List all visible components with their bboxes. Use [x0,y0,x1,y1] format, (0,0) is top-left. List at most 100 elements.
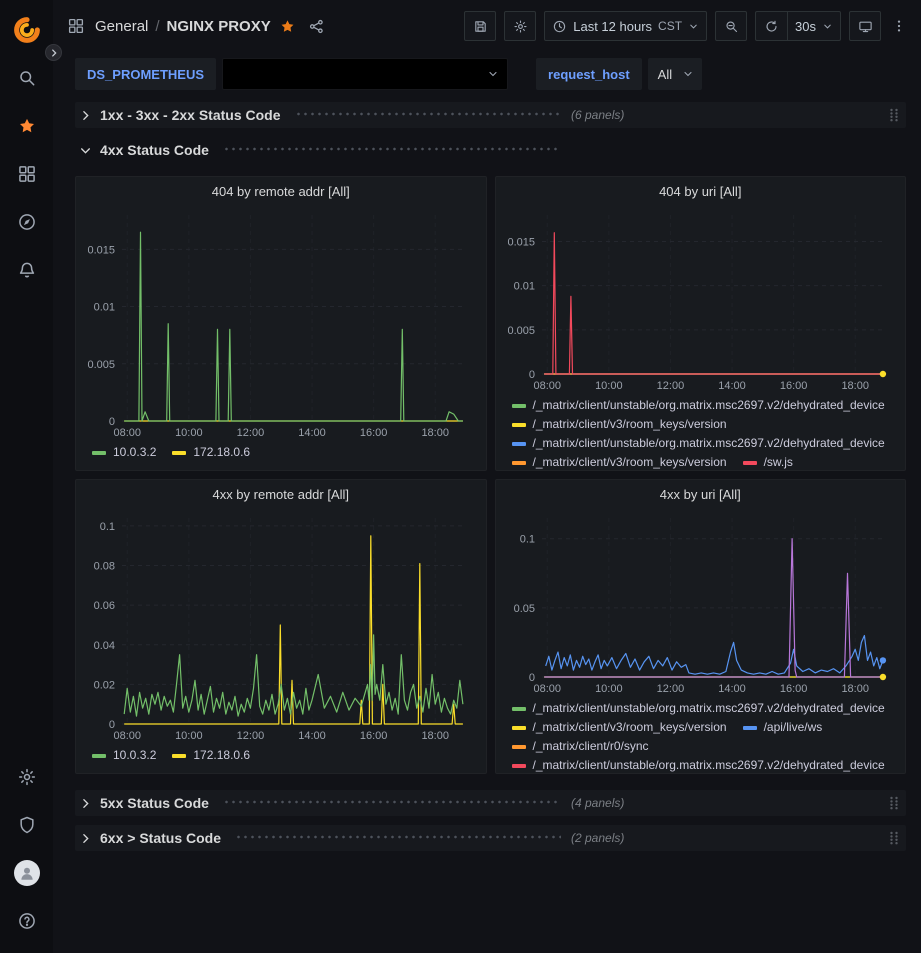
legend-item[interactable]: /_matrix/client/unstable/org.matrix.msc2… [512,756,885,773]
panel-4xx-by-remote-addr: 4xx by remote addr [All] 08:0010:0012:00… [75,479,487,774]
row-drag-handle[interactable] [888,796,900,810]
svg-text:0: 0 [528,369,534,381]
svg-text:10:00: 10:00 [175,427,203,439]
legend-item[interactable]: 172.18.0.6 [172,443,250,462]
profile-avatar[interactable] [7,853,47,893]
legend-label: 172.18.0.6 [193,443,250,462]
legend-color-swatch [172,451,186,455]
legend-color-swatch [512,726,526,730]
share-icon[interactable] [308,18,325,35]
datasource-value-select[interactable] [222,58,508,90]
tv-mode-button[interactable] [849,11,881,41]
svg-text:0.04: 0.04 [94,640,115,652]
refresh-button[interactable] [755,11,787,41]
explore-compass-icon[interactable] [7,202,47,242]
svg-text:14:00: 14:00 [718,683,746,695]
row-drag-handle[interactable] [888,108,900,122]
svg-text:12:00: 12:00 [237,730,265,742]
sidebar-expand-button[interactable] [45,44,62,61]
timeseries-chart[interactable]: 08:0010:0012:0014:0016:0018:0000.050.1 [498,510,900,697]
panel-header[interactable]: 404 by remote addr [All] [76,177,486,205]
legend-label: 10.0.3.2 [113,746,156,765]
starred-dashboards-icon[interactable] [7,106,47,146]
panel-4xx-by-uri: 4xx by uri [All] 08:0010:0012:0014:0016:… [495,479,907,774]
dashboards-icon[interactable] [7,154,47,194]
request-host-label[interactable]: request_host [536,58,642,90]
apps-grid-icon [67,17,85,35]
timeseries-chart[interactable]: 08:0010:0012:0014:0016:0018:0000.020.040… [78,510,480,744]
configuration-gear-icon[interactable] [7,757,47,797]
legend-color-swatch [512,404,526,408]
legend-color-swatch [512,745,526,749]
chevron-right-icon [79,109,92,122]
grafana-logo-icon[interactable] [7,10,47,50]
timezone-label: CST [658,19,682,33]
legend-item[interactable]: /_matrix/client/unstable/org.matrix.msc2… [512,699,885,718]
panel-title: 4xx by uri [All] [660,487,741,502]
legend-item[interactable]: /_matrix/client/unstable/org.matrix.msc2… [512,396,885,415]
dashboard-settings-button[interactable] [504,11,536,41]
kebab-menu-icon[interactable] [889,16,909,36]
panel-header[interactable]: 4xx by remote addr [All] [76,480,486,508]
legend-item[interactable]: /_matrix/client/unstable/org.matrix.msc2… [512,434,885,453]
panel-404-by-remote-addr: 404 by remote addr [All] 08:0010:0012:00… [75,176,487,471]
legend-color-swatch [743,461,757,465]
time-range-picker[interactable]: Last 12 hours CST [544,11,707,41]
row-title: 4xx Status Code [100,142,209,158]
breadcrumb: General / NGINX PROXY [95,18,271,35]
svg-text:0.06: 0.06 [94,600,115,612]
server-admin-shield-icon[interactable] [7,805,47,845]
search-icon[interactable] [7,58,47,98]
legend-item[interactable]: /_matrix/client/v3/room_keys/version [512,453,727,470]
chevron-right-icon [79,797,92,810]
zoom-out-button[interactable] [715,11,747,41]
dashboard-body: 1xx - 3xx - 2xx Status Code (6 panels) [53,100,921,953]
breadcrumb-title[interactable]: NGINX PROXY [167,18,271,35]
help-icon[interactable] [7,901,47,941]
svg-text:0: 0 [528,672,534,684]
legend-item[interactable]: 10.0.3.2 [92,443,156,462]
legend-color-swatch [743,726,757,730]
favorite-star-icon[interactable] [279,18,296,35]
refresh-interval-label: 30s [795,19,816,34]
svg-text:0: 0 [109,719,115,731]
row-1xx-3xx-2xx[interactable]: 1xx - 3xx - 2xx Status Code (6 panels) [75,102,906,128]
svg-text:0.02: 0.02 [94,679,115,691]
refresh-interval-select[interactable]: 30s [787,11,841,41]
datasource-label[interactable]: DS_PROMETHEUS [75,58,216,90]
row-dots [223,147,561,151]
svg-text:0.01: 0.01 [513,281,534,293]
request-host-value-select[interactable]: All [648,58,702,90]
legend-item[interactable]: /_matrix/client/v3/room_keys/version [512,718,727,737]
svg-text:0: 0 [109,416,115,428]
legend-item[interactable]: 172.18.0.6 [172,746,250,765]
legend-color-swatch [92,754,106,758]
time-range-label: Last 12 hours [573,19,652,34]
svg-text:18:00: 18:00 [841,683,869,695]
breadcrumb-section[interactable]: General [95,18,148,35]
legend-label: /_matrix/client/v3/room_keys/version [533,453,727,470]
svg-text:12:00: 12:00 [656,683,684,695]
svg-text:16:00: 16:00 [779,380,807,392]
legend-item[interactable]: /_matrix/client/r0/sync [512,737,649,756]
timeseries-chart[interactable]: 08:0010:0012:0014:0016:0018:0000.0050.01… [498,207,900,394]
legend-item[interactable]: /_matrix/client/v3/room_keys/version [512,415,727,434]
save-dashboard-button[interactable] [464,11,496,41]
alerting-bell-icon[interactable] [7,250,47,290]
row-drag-handle[interactable] [888,831,900,845]
legend-color-swatch [512,423,526,427]
row-4xx[interactable]: 4xx Status Code [75,137,906,163]
sidebar [0,0,53,953]
panel-header[interactable]: 4xx by uri [All] [496,480,906,508]
timeseries-chart[interactable]: 08:0010:0012:0014:0016:0018:0000.0050.01… [78,207,480,441]
legend-color-swatch [512,707,526,711]
row-5xx[interactable]: 5xx Status Code (4 panels) [75,790,906,816]
svg-text:0.01: 0.01 [94,302,115,314]
panel-header[interactable]: 404 by uri [All] [496,177,906,205]
request-host-value: All [658,67,672,82]
row-6xx[interactable]: 6xx > Status Code (2 panels) [75,825,906,851]
legend-item[interactable]: /sw.js [743,453,793,470]
legend-item[interactable]: 10.0.3.2 [92,746,156,765]
legend-label: /_matrix/client/unstable/org.matrix.msc2… [533,396,885,415]
legend-item[interactable]: /api/live/ws [743,718,823,737]
